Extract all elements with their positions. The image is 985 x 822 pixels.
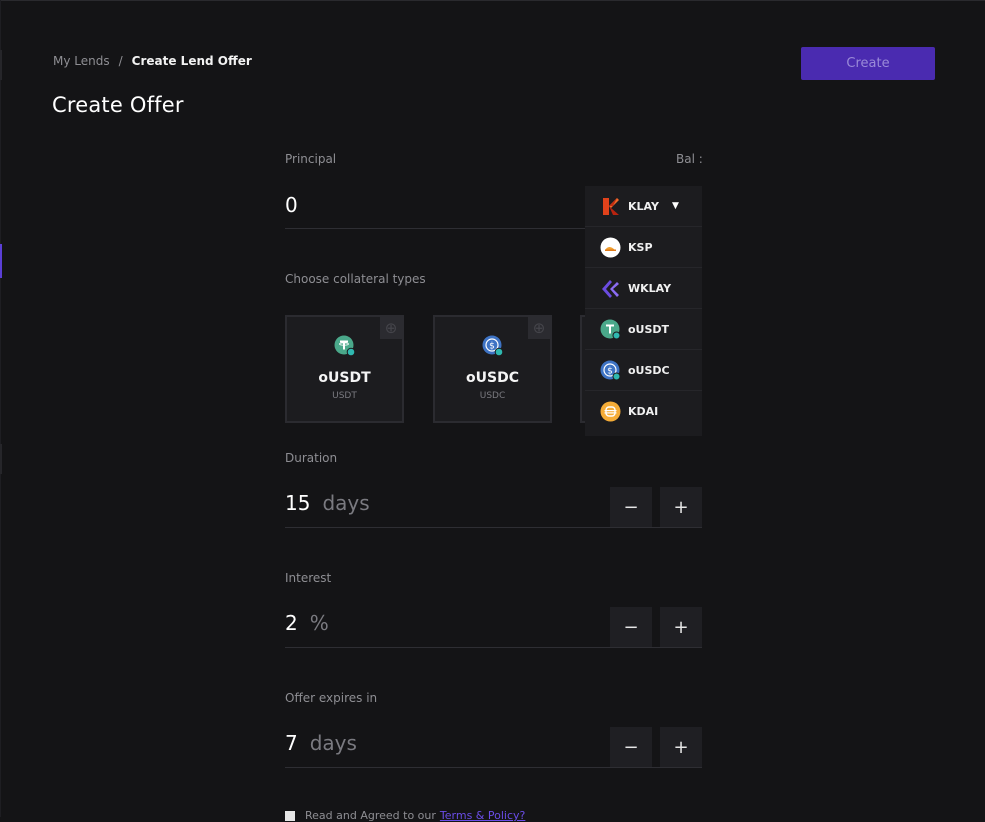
sidebar-active-indicator bbox=[0, 244, 2, 278]
token-symbol: oUSDC bbox=[628, 363, 670, 377]
page-title: Create Offer bbox=[52, 93, 184, 117]
duration-label: Duration bbox=[285, 451, 338, 465]
token-option-wklay[interactable]: WKLAY bbox=[585, 268, 702, 309]
token-option-ksp[interactable]: KSP bbox=[585, 227, 702, 268]
svg-text:$: $ bbox=[607, 366, 613, 376]
collateral-sub: USDC bbox=[479, 391, 506, 401]
add-icon[interactable]: ⊕ bbox=[380, 317, 402, 339]
terms-row: Read and Agreed to our Terms & Policy? bbox=[285, 809, 525, 822]
kdai-icon bbox=[600, 401, 621, 422]
token-option-ousdc[interactable]: $ oUSDC bbox=[585, 350, 702, 391]
collateral-name: oUSDC bbox=[466, 370, 519, 386]
token-symbol: WKLAY bbox=[628, 281, 672, 295]
ousdc-icon: $ bbox=[600, 360, 621, 381]
terms-text: Read and Agreed to our bbox=[305, 809, 436, 822]
duration-decrement-button[interactable]: − bbox=[610, 487, 652, 527]
interest-value: 2 bbox=[285, 611, 298, 635]
add-icon[interactable]: ⊕ bbox=[528, 317, 550, 339]
top-border bbox=[0, 0, 985, 1]
expires-unit: days bbox=[309, 731, 357, 755]
collateral-sub: USDT bbox=[332, 391, 357, 401]
collateral-card-ousdc[interactable]: ⊕ $ oUSDC USDC bbox=[433, 315, 552, 423]
expires-label: Offer expires in bbox=[285, 691, 378, 705]
left-border bbox=[0, 0, 1, 817]
create-button[interactable]: Create bbox=[801, 47, 935, 80]
duration-input[interactable]: 15 days bbox=[285, 491, 370, 515]
breadcrumb-current: Create Lend Offer bbox=[131, 54, 252, 68]
ousdc-icon: $ bbox=[482, 335, 504, 361]
expires-input[interactable]: 7 days bbox=[285, 731, 357, 755]
token-symbol: KSP bbox=[628, 240, 653, 254]
duration-value: 15 bbox=[285, 491, 311, 515]
wklay-icon bbox=[600, 278, 621, 299]
token-option-klay[interactable]: KLAY ▼ bbox=[585, 186, 702, 227]
ousdt-icon bbox=[600, 319, 621, 340]
klay-icon bbox=[600, 196, 621, 217]
interest-underline bbox=[285, 647, 702, 648]
duration-underline bbox=[285, 527, 702, 528]
duration-unit: days bbox=[322, 491, 370, 515]
token-dropdown[interactable]: KLAY ▼ KSP WKLAY oUSDT $ oUSDC KDAI bbox=[585, 186, 702, 436]
sidebar-tick bbox=[0, 444, 2, 474]
collateral-card-ousdt[interactable]: ⊕ oUSDT USDT bbox=[285, 315, 404, 423]
token-option-ousdt[interactable]: oUSDT bbox=[585, 309, 702, 350]
interest-unit: % bbox=[309, 611, 329, 635]
expires-increment-button[interactable]: + bbox=[660, 727, 702, 767]
ousdt-icon bbox=[334, 335, 356, 361]
interest-input[interactable]: 2 % bbox=[285, 611, 329, 635]
duration-increment-button[interactable]: + bbox=[660, 487, 702, 527]
expires-underline bbox=[285, 767, 702, 768]
ksp-icon bbox=[600, 237, 621, 258]
sidebar-tick bbox=[0, 50, 2, 80]
interest-decrement-button[interactable]: − bbox=[610, 607, 652, 647]
token-option-kdai[interactable]: KDAI bbox=[585, 391, 702, 432]
principal-label: Principal bbox=[285, 152, 337, 166]
svg-text:$: $ bbox=[489, 342, 495, 352]
terms-link[interactable]: Terms & Policy? bbox=[440, 809, 525, 822]
token-symbol: KLAY bbox=[628, 199, 659, 213]
expires-decrement-button[interactable]: − bbox=[610, 727, 652, 767]
collateral-name: oUSDT bbox=[318, 370, 371, 386]
expires-value: 7 bbox=[285, 731, 298, 755]
terms-checkbox[interactable] bbox=[285, 810, 295, 821]
interest-label: Interest bbox=[285, 571, 332, 585]
token-symbol: KDAI bbox=[628, 405, 659, 418]
interest-increment-button[interactable]: + bbox=[660, 607, 702, 647]
principal-input[interactable]: 0 bbox=[285, 193, 298, 217]
balance-label: Bal : bbox=[676, 152, 703, 166]
breadcrumb: My Lends / Create Lend Offer bbox=[53, 54, 252, 68]
breadcrumb-separator: / bbox=[118, 54, 123, 68]
collateral-label: Choose collateral types bbox=[285, 272, 426, 286]
chevron-down-icon: ▼ bbox=[671, 201, 679, 211]
breadcrumb-my-lends[interactable]: My Lends bbox=[53, 54, 110, 68]
token-symbol: oUSDT bbox=[628, 322, 670, 336]
